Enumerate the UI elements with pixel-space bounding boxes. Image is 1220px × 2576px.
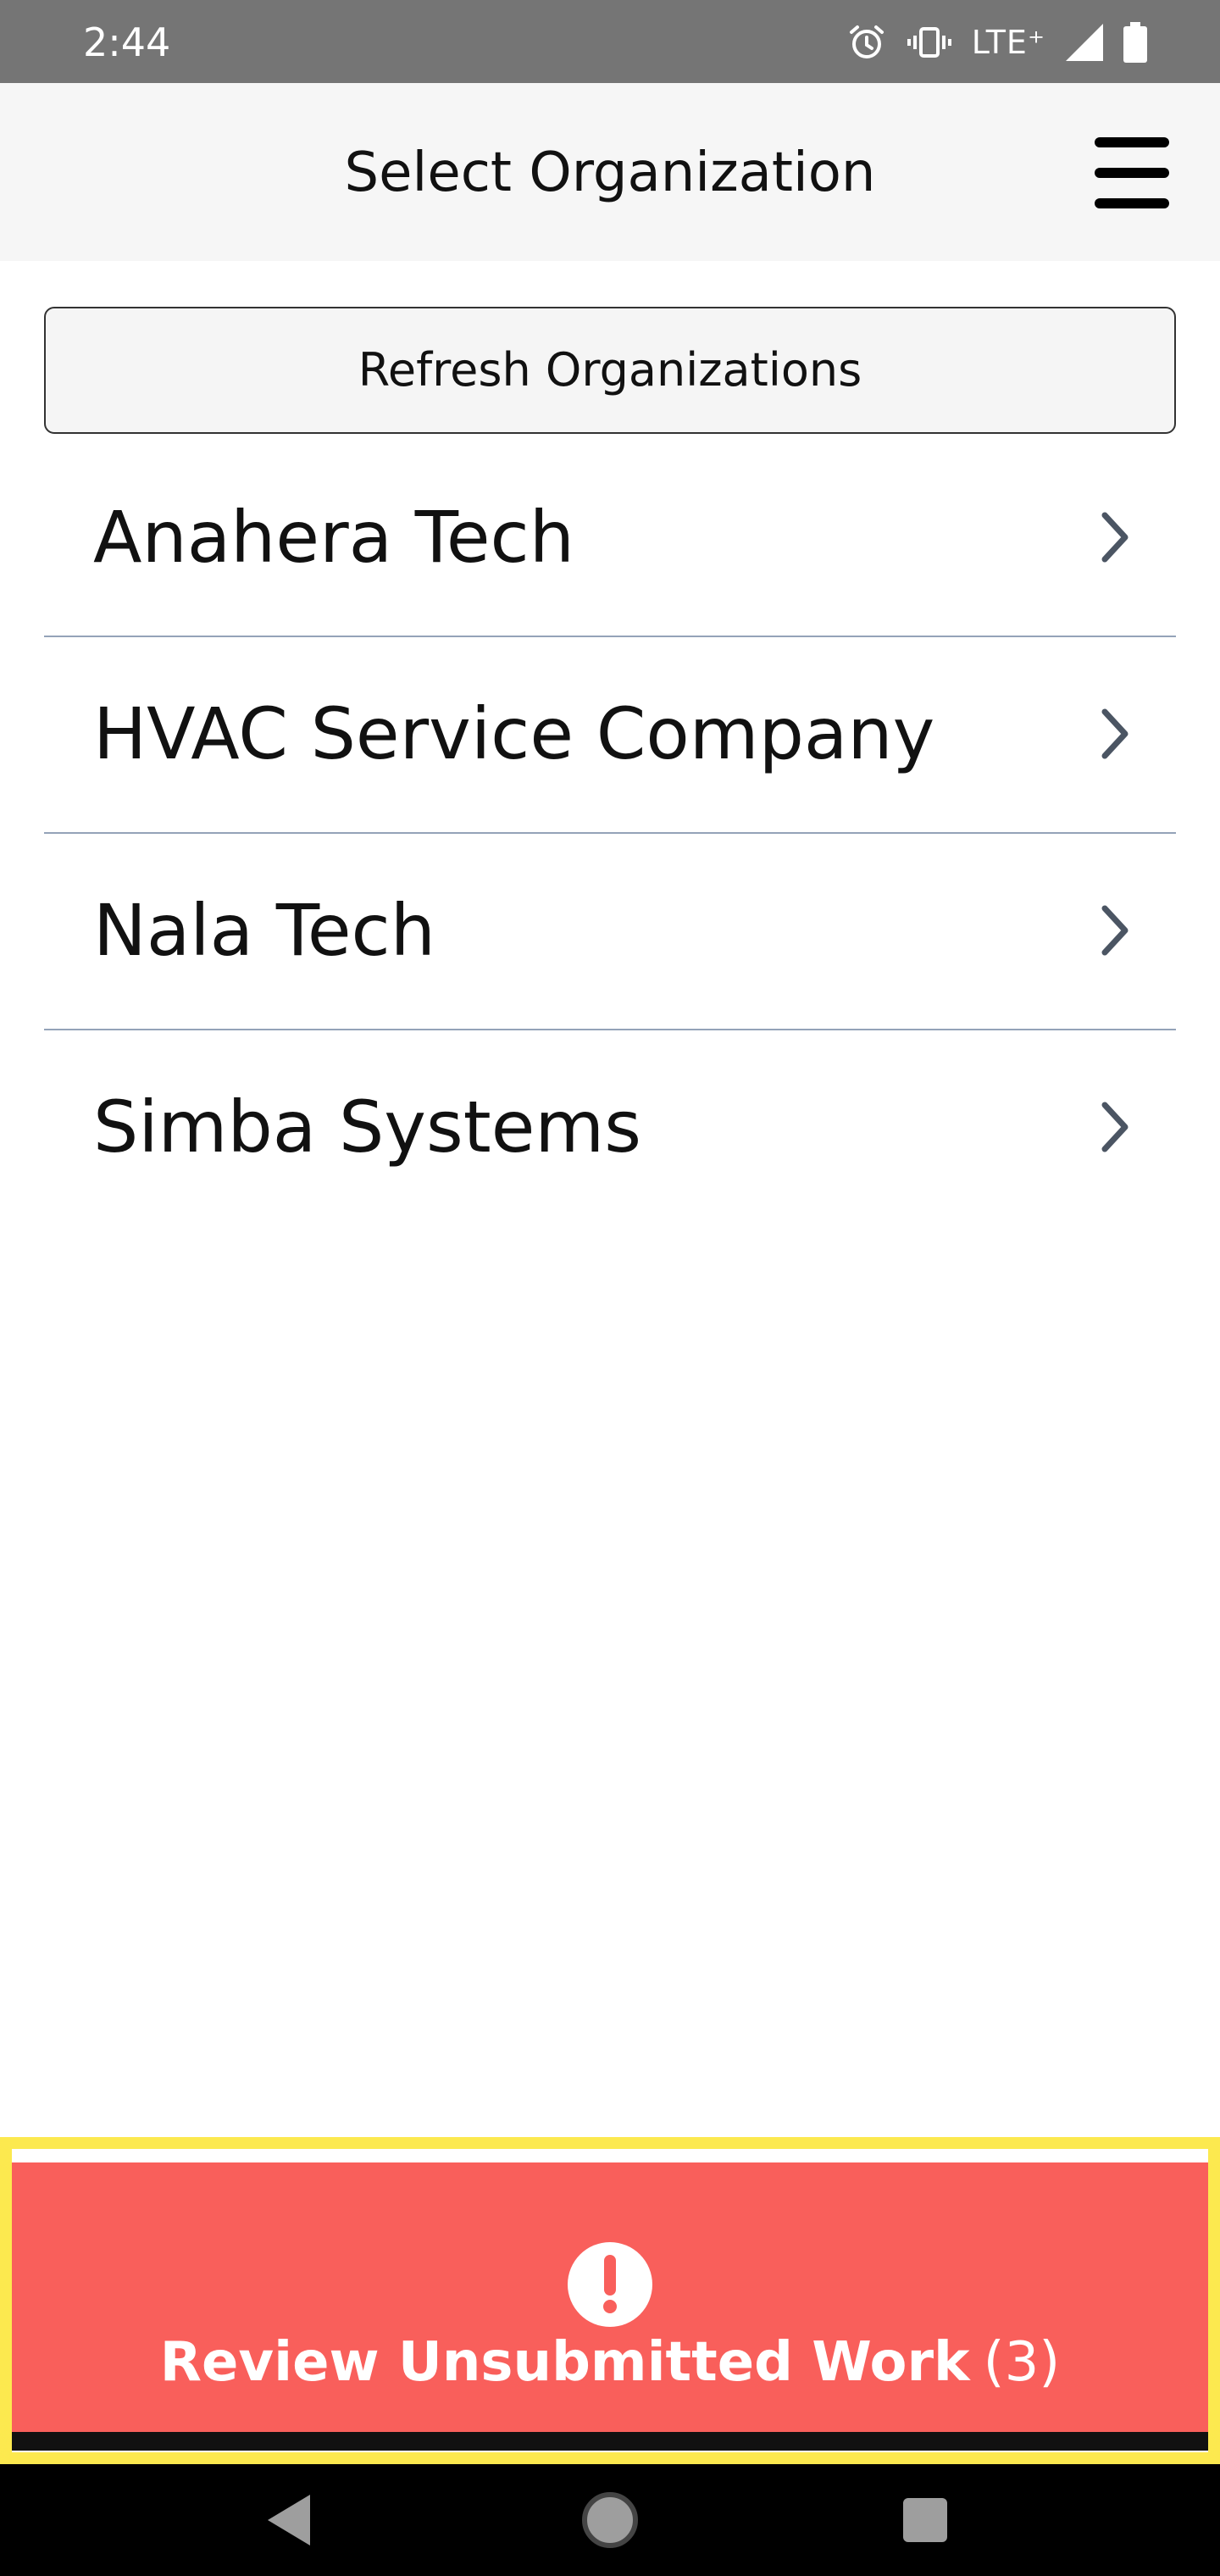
organization-list: Anahera Tech HVAC Service Company Nala T… — [44, 441, 1176, 1227]
review-highlight-frame: Review Unsubmitted Work (3) — [0, 2137, 1220, 2464]
page-title: Select Organization — [344, 142, 876, 204]
organization-item-nala-tech[interactable]: Nala Tech — [44, 834, 1176, 1030]
organization-name: Anahera Tech — [93, 496, 574, 579]
organization-item-hvac-service-company[interactable]: HVAC Service Company — [44, 637, 1176, 834]
organization-name: Simba Systems — [93, 1085, 641, 1169]
exclamation-circle-icon — [568, 2242, 652, 2327]
back-icon[interactable] — [251, 2481, 329, 2559]
organization-name: HVAC Service Company — [93, 692, 935, 775]
chevron-right-icon — [1101, 905, 1128, 956]
status-time: 2:44 — [83, 19, 171, 65]
recents-icon[interactable] — [886, 2481, 964, 2559]
organization-item-simba-systems[interactable]: Simba Systems — [44, 1030, 1176, 1227]
app-header: Select Organization — [0, 83, 1220, 261]
review-label: Review Unsubmitted Work (3) — [12, 2327, 1208, 2398]
chevron-right-icon — [1101, 708, 1128, 759]
signal-icon — [1066, 24, 1103, 61]
unsubmitted-count-badge: (3) — [983, 2331, 1061, 2394]
network-type: LTE⁺ — [971, 24, 1045, 61]
vibrate-icon — [907, 27, 951, 58]
chevron-right-icon — [1101, 512, 1128, 563]
refresh-organizations-button[interactable]: Refresh Organizations — [44, 307, 1176, 434]
status-bar: 2:44 LTE⁺ — [0, 0, 1220, 83]
alarm-icon — [849, 25, 884, 58]
system-navigation-bar — [0, 2464, 1220, 2576]
chevron-right-icon — [1101, 1102, 1128, 1152]
review-unsubmitted-work-button[interactable]: Review Unsubmitted Work (3) — [12, 2162, 1208, 2451]
status-icons: LTE⁺ — [846, 19, 1147, 66]
battery-icon — [1123, 22, 1147, 63]
organization-name: Nala Tech — [93, 889, 435, 972]
home-icon[interactable] — [571, 2481, 649, 2559]
review-text: Review Unsubmitted Work — [159, 2331, 970, 2394]
menu-button[interactable] — [1091, 134, 1173, 212]
organization-item-anahera-tech[interactable]: Anahera Tech — [44, 441, 1176, 637]
